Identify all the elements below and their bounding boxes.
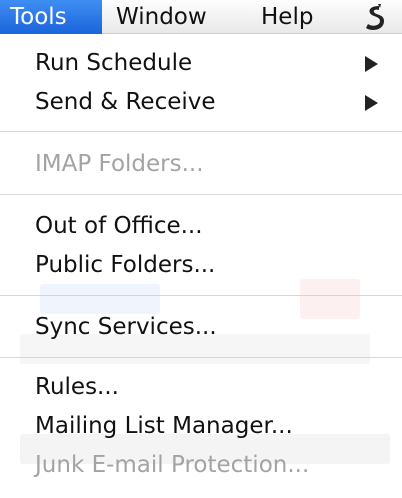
menu-separator [0,194,402,195]
send-receive-label: Send & Receive [35,89,216,115]
menu-window[interactable]: Window [116,0,207,34]
applescript-icon[interactable] [362,0,390,34]
menu-item-sync-services[interactable]: Sync Services... [35,312,217,342]
menu-item-imap-folders: IMAP Folders... [35,151,204,177]
run-schedule-label: Run Schedule [35,50,193,76]
menu-item-rules[interactable]: Rules... [35,372,119,402]
menu-separator [0,357,402,358]
menu-bar: Tools Window Help [0,0,402,34]
menu-item-out-of-office[interactable]: Out of Office... [35,211,203,241]
menu-item-public-folders[interactable]: Public Folders... [35,250,215,280]
menu-item-junk-email-protection: Junk E-mail Protection... [35,452,310,478]
tools-menu-dropdown: Run Schedule Send & Receive IMAP Folders… [0,34,402,498]
menu-help[interactable]: Help [261,0,313,34]
menu-separator [0,131,402,132]
menu-tools[interactable]: Tools [0,0,102,34]
menu-item-mailing-list-manager[interactable]: Mailing List Manager... [35,411,293,441]
menu-item-run-schedule[interactable]: Run Schedule [35,48,402,78]
submenu-arrow-icon [365,56,378,72]
menu-item-send-receive[interactable]: Send & Receive [35,87,402,117]
submenu-arrow-icon [365,95,378,111]
menu-separator [0,295,402,296]
